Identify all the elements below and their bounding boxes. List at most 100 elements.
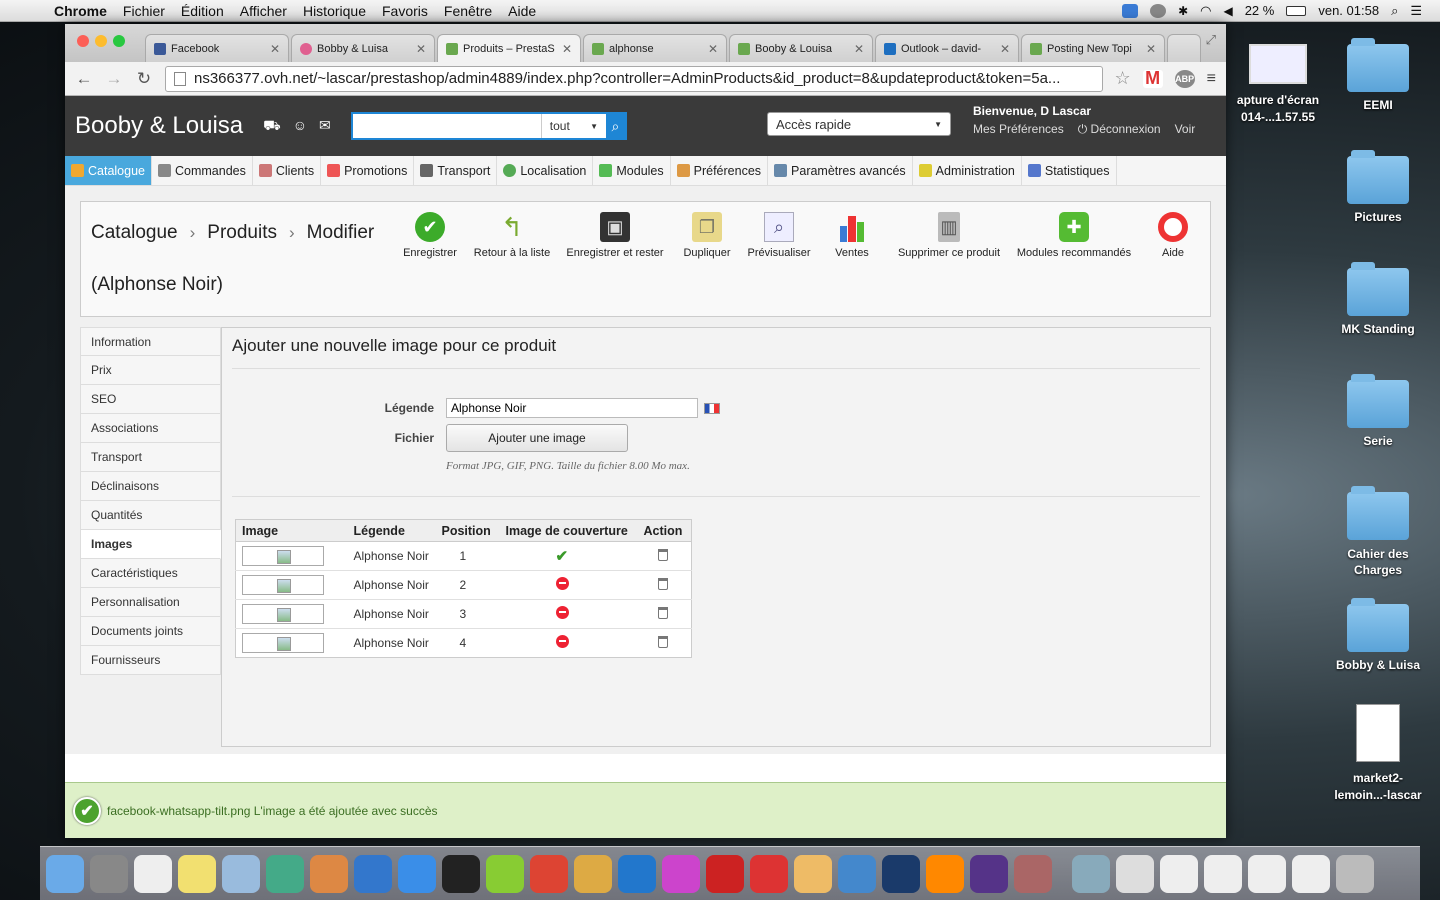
dock-finder-icon[interactable] [46, 854, 84, 893]
save-and-stay-button[interactable]: ▣ Enregistrer et rester [563, 212, 667, 259]
battery-percent[interactable]: 22 % [1245, 3, 1275, 18]
nav-advanced-parameters[interactable]: Paramètres avancés [768, 156, 913, 185]
nav-catalogue[interactable]: Catalogue [65, 156, 152, 185]
product-tab-caracteristiques[interactable]: Caractéristiques [80, 559, 221, 588]
menu-item-edition[interactable]: Édition [181, 3, 224, 19]
close-tab-icon[interactable]: ✕ [270, 42, 280, 56]
dock-picasa-icon[interactable] [310, 854, 348, 893]
menu-item-aide[interactable]: Aide [508, 3, 536, 19]
dock-imovie-icon[interactable] [970, 854, 1008, 893]
product-tab-associations[interactable]: Associations [80, 414, 221, 443]
nav-statistiques[interactable]: Statistiques [1022, 156, 1117, 185]
dock-documents-4-icon[interactable] [1248, 854, 1286, 893]
cart-icon[interactable]: ⛟ [263, 117, 281, 136]
save-button[interactable]: ✔ Enregistrer [399, 212, 461, 259]
menu-item-fichier[interactable]: Fichier [123, 3, 165, 19]
row-position[interactable]: 1 [435, 541, 500, 571]
help-button[interactable]: Aide [1153, 212, 1193, 259]
battery-icon[interactable] [1286, 5, 1307, 16]
dock-documents-5-icon[interactable] [1292, 854, 1330, 893]
spotlight-icon[interactable]: ⌕ [1391, 3, 1398, 19]
zoom-window-icon[interactable] [113, 35, 125, 47]
desktop-screenshot-file[interactable]: apture d'écran 014-...1.57.55 [1228, 44, 1328, 126]
menu-item-afficher[interactable]: Afficher [240, 3, 287, 19]
desktop-folder-eemi[interactable]: EEMI [1328, 38, 1428, 112]
product-tab-documents-joints[interactable]: Documents joints [80, 617, 221, 646]
legend-input[interactable] [446, 398, 698, 418]
menu-item-historique[interactable]: Historique [303, 3, 366, 19]
menu-app-name[interactable]: Chrome [54, 3, 107, 19]
product-tab-images[interactable]: Images [80, 530, 221, 559]
dock-star-app-icon[interactable] [750, 854, 788, 893]
my-preferences-link[interactable]: Mes Préférences [973, 122, 1064, 137]
cover-check-icon[interactable]: ✔ [556, 548, 569, 565]
minimize-window-icon[interactable] [95, 35, 107, 47]
dock-calendar-icon[interactable] [134, 854, 172, 893]
dock-documents-1-icon[interactable] [1116, 854, 1154, 893]
customers-icon[interactable]: ☺ [293, 117, 307, 136]
nav-promotions[interactable]: Promotions [321, 156, 415, 185]
product-tab-prix[interactable]: Prix [80, 356, 221, 385]
not-cover-icon[interactable] [555, 635, 569, 648]
delete-product-button[interactable]: ▥ Supprimer ce produit [897, 212, 1001, 259]
dock-photo-booth-icon[interactable] [1014, 854, 1052, 893]
product-tab-declinaisons[interactable]: Déclinaisons [80, 472, 221, 501]
forward-icon[interactable]: → [105, 69, 123, 89]
close-window-icon[interactable] [77, 35, 89, 47]
adblock-extension-icon[interactable]: ABP [1174, 69, 1195, 88]
tab-posting-new-topic[interactable]: Posting New Topi ✕ [1021, 34, 1165, 62]
dock-documents-3-icon[interactable] [1204, 854, 1242, 893]
breadcrumb-catalogue[interactable]: Catalogue [91, 222, 178, 244]
tab-facebook[interactable]: Facebook ✕ [145, 34, 289, 62]
new-tab-button[interactable] [1167, 34, 1201, 62]
dock-stickies-icon[interactable] [178, 854, 216, 893]
quick-access-select[interactable]: Accès rapide ▼ [767, 112, 951, 136]
french-flag-icon[interactable] [704, 402, 720, 414]
row-position[interactable]: 2 [435, 570, 500, 600]
dock-word-icon[interactable] [618, 854, 656, 893]
dock-stats-app-icon[interactable] [662, 854, 700, 893]
row-position[interactable]: 3 [435, 599, 500, 629]
desktop-document-market[interactable]: market2- lemoin...-lascar [1328, 704, 1428, 804]
image-thumbnail[interactable] [242, 575, 324, 595]
product-tab-information[interactable]: Information [80, 327, 221, 356]
menu-item-fenetre[interactable]: Fenêtre [444, 3, 492, 19]
volume-icon[interactable]: ◀ [1223, 4, 1232, 18]
image-thumbnail[interactable] [242, 633, 324, 653]
product-tab-seo[interactable]: SEO [80, 385, 221, 414]
image-thumbnail[interactable] [242, 546, 324, 566]
dock-keynote-icon[interactable] [838, 854, 876, 893]
delete-image-icon[interactable] [657, 548, 668, 561]
dock-notes-app-icon[interactable] [794, 854, 832, 893]
tab-alphonse[interactable]: alphonse ✕ [583, 34, 727, 62]
nav-localisation[interactable]: Localisation [497, 156, 594, 185]
delete-image-icon[interactable] [657, 635, 668, 648]
dock-powerpoint-icon[interactable] [530, 854, 568, 893]
row-position[interactable]: 4 [435, 628, 500, 658]
close-tab-icon[interactable]: ✕ [416, 42, 426, 56]
dock-preview-icon[interactable] [222, 854, 260, 893]
product-tab-fournisseurs[interactable]: Fournisseurs [80, 646, 221, 675]
dock-iphoto-icon[interactable] [266, 854, 304, 893]
product-tab-transport[interactable]: Transport [80, 443, 221, 472]
fullscreen-icon[interactable]: ⤢ [1206, 32, 1216, 48]
menu-item-favoris[interactable]: Favoris [382, 3, 428, 19]
close-tab-icon[interactable]: ✕ [1000, 42, 1010, 56]
search-scope-select[interactable]: tout ▼ [540, 114, 606, 138]
breadcrumb-produits[interactable]: Produits [207, 222, 277, 244]
dock-documents-2-icon[interactable] [1160, 854, 1198, 893]
nav-transport[interactable]: Transport [414, 156, 498, 185]
add-image-button[interactable]: Ajouter une image [446, 424, 628, 452]
back-to-list-button[interactable]: ↰ Retour à la liste [469, 212, 555, 260]
bookmark-star-icon[interactable]: ☆ [1115, 68, 1131, 89]
product-tab-personnalisation[interactable]: Personnalisation [80, 588, 221, 617]
bluetooth-icon[interactable]: ✱ [1178, 4, 1188, 18]
dock-app-store-icon[interactable] [398, 854, 436, 893]
tab-bobby-luisa[interactable]: Bobby & Luisa ✕ [291, 34, 435, 62]
not-cover-icon[interactable] [555, 577, 569, 590]
reload-icon[interactable]: ↻ [135, 69, 153, 89]
dropbox-icon[interactable] [1122, 3, 1139, 18]
dock-launchpad-icon[interactable] [90, 854, 128, 893]
close-tab-icon[interactable]: ✕ [562, 42, 572, 56]
dock-filezilla-icon[interactable] [706, 854, 744, 893]
